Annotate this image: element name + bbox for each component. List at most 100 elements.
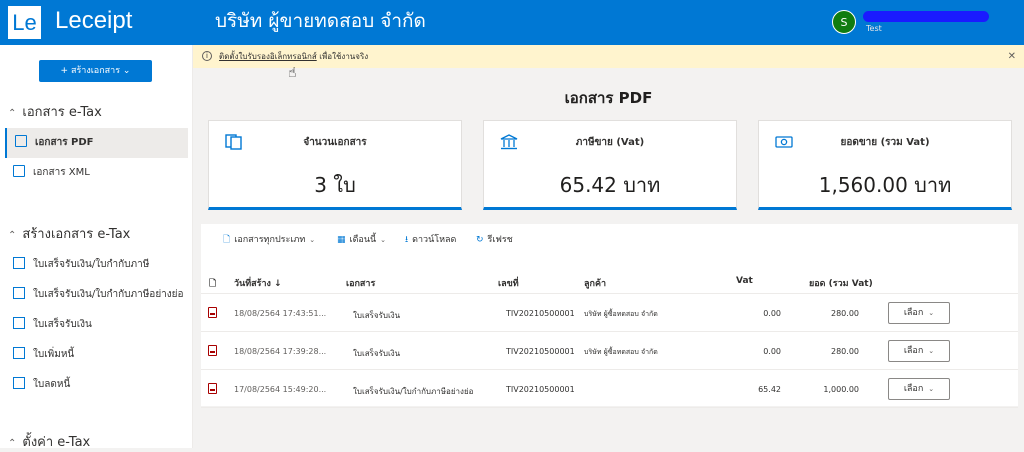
card-value: 65.42 บาท: [559, 173, 661, 197]
info-icon: i: [202, 51, 212, 61]
cell-number: TIV20210500001: [506, 309, 575, 318]
new-document-icon: [13, 317, 25, 329]
refresh-button[interactable]: ↻ รีเฟรช: [476, 234, 513, 246]
close-icon[interactable]: ✕: [1008, 45, 1016, 68]
table-row[interactable]: 17/08/2564 15:49:20... ใบเสร็จรับเงิน/ใบ…: [201, 371, 1018, 408]
col-header-number[interactable]: เลขที่: [498, 276, 519, 290]
new-document-icon: [13, 347, 25, 359]
table-header: 🗋 วันที่สร้าง ↓ เอกสาร เลขที่ ลูกค้า Vat…: [201, 268, 1018, 294]
sidebar-item-pdf[interactable]: เอกสาร PDF: [5, 128, 188, 158]
file-type-icon: 🗋: [209, 279, 217, 289]
download-button[interactable]: ⭳ ดาวน์โหลด: [405, 234, 456, 246]
pdf-file-icon: [208, 345, 217, 356]
cell-number: TIV20210500001: [506, 385, 575, 394]
sidebar-item-label: ใบเพิ่มหนี้: [33, 349, 75, 360]
chevron-down-icon: ⌄: [380, 236, 387, 244]
select-dropdown-button[interactable]: เลือก ⌄: [888, 302, 950, 324]
nav-group-create-etax[interactable]: ⌃ สร้างเอกสาร e-Tax: [8, 223, 130, 244]
app-logo[interactable]: Le: [8, 6, 41, 39]
doc-type-label: เอกสารทุกประเภท: [234, 235, 306, 245]
chevron-down-icon: ⌄: [928, 309, 935, 317]
chevron-down-icon: ⌄: [928, 347, 935, 355]
new-document-icon: [13, 377, 25, 389]
cell-document: ใบเสร็จรับเงิน: [353, 349, 401, 358]
card-value: 3 ใบ: [314, 173, 356, 197]
username-redacted[interactable]: redacted: [863, 11, 989, 22]
sidebar-item-abbreviated-tax-invoice[interactable]: ใบเสร็จรับเงิน/ใบกำกับภาษีอย่างย่อ: [5, 280, 188, 310]
card-label: ภาษีขาย (Vat): [575, 137, 645, 148]
sidebar-item-label: เอกสาร XML: [33, 167, 90, 178]
cell-document: ใบเสร็จรับเงิน: [353, 311, 401, 320]
banner-text: เพื่อใช้งานจริง: [316, 52, 369, 61]
col-header-vat[interactable]: Vat: [736, 276, 753, 286]
chevron-down-icon: ⌄: [928, 385, 935, 393]
refresh-label: รีเฟรช: [487, 235, 513, 245]
sidebar-item-receipt-tax-invoice[interactable]: ใบเสร็จรับเงิน/ใบกำกับภาษี: [5, 250, 188, 280]
select-label: เลือก: [903, 384, 924, 394]
install-certificate-link[interactable]: ติดตั้งใบรับรองอิเล็กทรอนิกส์: [219, 52, 317, 61]
document-icon: 🗋: [223, 235, 231, 245]
cell-date: 18/08/2564 17:39:28...: [234, 347, 327, 356]
pdf-file-icon: [208, 307, 217, 318]
create-document-button[interactable]: + สร้างเอกสาร ⌄: [39, 60, 152, 82]
select-label: เลือก: [903, 346, 924, 356]
col-header-document[interactable]: เอกสาร: [346, 276, 375, 290]
sidebar-item-label: ใบเสร็จรับเงิน: [33, 319, 92, 330]
month-filter[interactable]: ▦ เดือนนี้ ⌄: [337, 234, 386, 246]
sidebar: + สร้างเอกสาร ⌄ ⌃ เอกสาร e-Tax เอกสาร PDF…: [0, 45, 193, 450]
nav-group-label: เอกสาร e-Tax: [22, 105, 102, 120]
cell-total: 1,000.00: [823, 385, 859, 394]
sidebar-item-receipt[interactable]: ใบเสร็จรับเงิน: [5, 310, 188, 340]
documents-panel: 🗋 เอกสารทุกประเภท ⌄ ▦ เดือนนี้ ⌄ ⭳ ดาวน์โหลด …: [201, 224, 1018, 408]
chevron-down-icon: ⌄: [309, 236, 316, 244]
cell-number: TIV20210500001: [506, 347, 575, 356]
table-row[interactable]: 18/08/2564 17:39:28... ใบเสร็จรับเงิน TI…: [201, 333, 1018, 370]
nav-group-etax-documents[interactable]: ⌃ เอกสาร e-Tax: [8, 101, 102, 122]
chevron-up-icon: ⌃: [8, 230, 17, 241]
col-header-total[interactable]: ยอด (รวม Vat): [809, 276, 873, 290]
top-bar: Le Leceipt บริษัท ผู้ขายทดสอบ จำกัด S re…: [0, 0, 1024, 45]
app-name[interactable]: Leceipt: [55, 6, 132, 36]
pdf-document-icon: [15, 135, 27, 147]
toolbar: 🗋 เอกสารทุกประเภท ⌄ ▦ เดือนนี้ ⌄ ⭳ ดาวน์โหลด …: [201, 224, 1018, 256]
cell-vat: 0.00: [763, 309, 781, 318]
pdf-file-icon: [208, 383, 217, 394]
page-title: เอกสาร PDF: [564, 89, 653, 107]
cell-total: 280.00: [831, 347, 859, 356]
table-row[interactable]: 18/08/2564 17:43:51... ใบเสร็จรับเงิน TI…: [201, 295, 1018, 332]
doc-type-filter[interactable]: 🗋 เอกสารทุกประเภท ⌄: [223, 234, 315, 246]
user-role: Test: [866, 24, 882, 33]
sidebar-item-credit-note[interactable]: ใบลดหนี้: [5, 370, 188, 400]
calendar-icon: ▦: [337, 235, 346, 245]
cell-vat: 0.00: [763, 347, 781, 356]
cell-customer: บริษัท ผู้ซื้อทดสอบ จำกัด: [584, 348, 658, 356]
nav-group-etax-settings[interactable]: ⌃ ตั้งค่า e-Tax: [8, 431, 90, 452]
sidebar-item-label: ใบลดหนี้: [33, 379, 71, 390]
sales-total-card: ยอดขาย (รวม Vat) 1,560.00 บาท: [758, 120, 1012, 210]
sidebar-item-label: ใบเสร็จรับเงิน/ใบกำกับภาษีอย่างย่อ: [33, 289, 184, 300]
sidebar-item-label: เอกสาร PDF: [35, 137, 94, 148]
card-label: จำนวนเอกสาร: [303, 137, 367, 148]
col-header-customer[interactable]: ลูกค้า: [584, 276, 606, 290]
col-header-date[interactable]: วันที่สร้าง ↓: [234, 276, 282, 290]
new-document-icon: [13, 257, 25, 269]
sidebar-item-xml[interactable]: เอกสาร XML: [5, 158, 188, 188]
xml-document-icon: [13, 165, 25, 177]
avatar[interactable]: S: [832, 10, 856, 34]
certificate-banner: i ติดตั้งใบรับรองอิเล็กทรอนิกส์ เพื่อใช้…: [193, 45, 1024, 68]
select-dropdown-button[interactable]: เลือก ⌄: [888, 340, 950, 362]
month-label: เดือนนี้: [349, 235, 377, 245]
select-dropdown-button[interactable]: เลือก ⌄: [888, 378, 950, 400]
download-icon: ⭳: [405, 235, 409, 245]
cell-date: 18/08/2564 17:43:51...: [234, 309, 327, 318]
sidebar-item-debit-note[interactable]: ใบเพิ่มหนี้: [5, 340, 188, 370]
card-value: 1,560.00 บาท: [818, 173, 952, 197]
chevron-up-icon: ⌃: [8, 108, 17, 119]
cell-customer: บริษัท ผู้ซื้อทดสอบ จำกัด: [584, 310, 658, 318]
select-label: เลือก: [903, 308, 924, 318]
chevron-up-icon: ⌃: [8, 438, 17, 449]
refresh-icon: ↻: [476, 235, 484, 245]
company-name: บริษัท ผู้ขายทดสอบ จำกัด: [215, 10, 426, 32]
cell-vat: 65.42: [758, 385, 781, 394]
vat-card: ภาษีขาย (Vat) 65.42 บาท: [483, 120, 737, 210]
